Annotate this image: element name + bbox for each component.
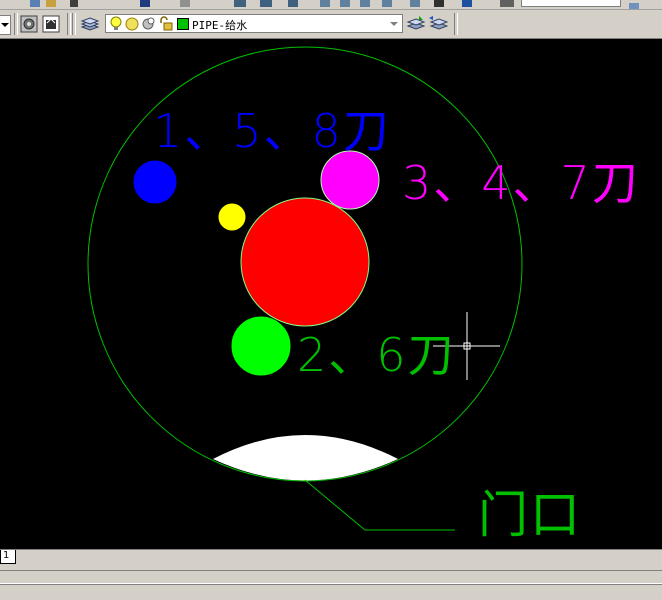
chevron-down-icon <box>1 23 9 27</box>
zoom-realtime-icon[interactable] <box>234 0 246 7</box>
help-icon[interactable] <box>462 0 472 7</box>
layer-previous-icon <box>429 16 448 30</box>
make-current-button[interactable] <box>406 14 426 34</box>
top-toolbar-strip <box>0 0 662 10</box>
markup-icon[interactable] <box>410 0 420 7</box>
lock-icon <box>160 16 173 31</box>
yellow-circle[interactable] <box>218 203 246 231</box>
color-swatch-icon <box>177 18 189 30</box>
design-center-icon[interactable] <box>340 0 350 7</box>
undo-icon[interactable] <box>70 0 78 7</box>
blue-circle[interactable] <box>133 160 177 204</box>
workspace-combo-arrow[interactable] <box>0 15 11 35</box>
layers-toolbar: PIPE-给水 <box>0 10 662 39</box>
window-icon <box>42 15 60 33</box>
label-green-knives[interactable]: 2、6刀 <box>297 319 456 385</box>
label-blue-knives[interactable]: 1、5、8刀 <box>153 95 391 161</box>
layer-dropdown-arrow[interactable] <box>387 16 401 31</box>
layout-tab[interactable]: 1 <box>0 550 17 564</box>
save-icon[interactable] <box>30 0 40 7</box>
open-icon[interactable] <box>46 0 56 7</box>
dropdown-arrow-icon <box>390 21 398 26</box>
label-door[interactable]: 门口 <box>478 475 582 547</box>
opening-arc[interactable] <box>213 435 398 481</box>
layout-tab-strip: 1 <box>0 549 662 565</box>
drawing-canvas[interactable]: 1、5、8刀 3、4、7刀 2、6刀 门口 <box>0 39 662 549</box>
layer-properties-button[interactable] <box>80 14 100 34</box>
gear-icon <box>20 15 38 33</box>
red-circle[interactable] <box>240 197 370 327</box>
text-style-icon[interactable] <box>628 0 640 9</box>
pan-icon[interactable] <box>180 0 190 7</box>
layer-name: PIPE-给水 <box>192 19 248 32</box>
lightbulb-icon <box>110 16 122 30</box>
zoom-window-icon[interactable] <box>260 0 272 7</box>
properties-icon[interactable] <box>320 0 330 7</box>
status-bar <box>0 570 662 584</box>
label-magenta-knives[interactable]: 3、4、7刀 <box>402 147 640 213</box>
green-circle[interactable] <box>231 316 291 376</box>
redo-icon[interactable] <box>140 0 150 7</box>
door-leader-line[interactable] <box>304 479 455 531</box>
style-icon[interactable] <box>500 0 514 7</box>
command-line-area[interactable] <box>0 584 662 600</box>
zoom-previous-icon[interactable] <box>288 0 298 7</box>
workspace-settings-button[interactable] <box>19 14 39 34</box>
layers-icon <box>80 17 100 31</box>
sun-icon <box>125 17 139 31</box>
freeze-icon <box>142 17 155 30</box>
tool-palettes-icon[interactable] <box>360 0 370 7</box>
layer-dropdown[interactable]: PIPE-给水 <box>105 14 403 33</box>
layer-previous-button[interactable] <box>428 14 448 34</box>
style-combo[interactable] <box>521 0 621 7</box>
calculator-icon[interactable] <box>434 0 444 7</box>
sheet-set-icon[interactable] <box>382 0 392 7</box>
make-current-icon <box>406 16 426 30</box>
save-workspace-button[interactable] <box>41 14 61 34</box>
